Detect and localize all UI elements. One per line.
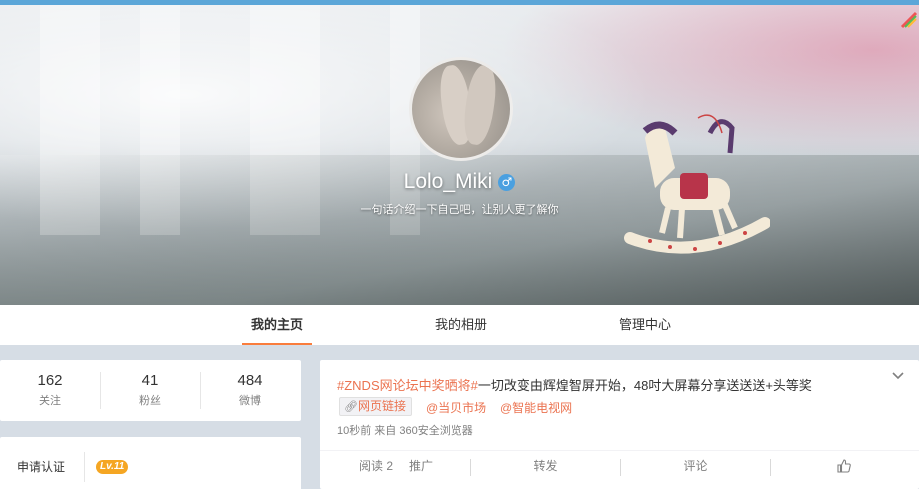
profile-name-row: Lolo_Miki ♂ bbox=[0, 170, 919, 194]
colorful-corner-icon bbox=[900, 11, 918, 29]
tab-my-home[interactable]: 我的主页 bbox=[242, 305, 312, 345]
mention-dangbei[interactable]: @当贝市场 bbox=[426, 399, 486, 416]
post-body: 一切改变由辉煌智屏开始，48吋大屏幕分享送送送+头等奖 bbox=[477, 378, 812, 393]
promote-button[interactable]: 推广 bbox=[409, 451, 433, 482]
followers-count: 41 bbox=[141, 372, 159, 389]
stat-posts[interactable]: 484 微博 bbox=[200, 372, 300, 408]
username[interactable]: Lolo_Miki bbox=[404, 170, 493, 194]
repost-button[interactable]: 转发 bbox=[471, 451, 620, 482]
followers-label: 粉丝 bbox=[139, 395, 161, 407]
web-link-chip[interactable]: 🔗︎网页链接 bbox=[339, 397, 413, 416]
following-count: 162 bbox=[37, 372, 63, 389]
divider bbox=[770, 459, 771, 476]
male-icon: ♂ bbox=[498, 173, 516, 191]
avatar[interactable] bbox=[409, 57, 513, 161]
stat-following[interactable]: 162 关注 bbox=[0, 372, 100, 408]
posts-label: 微博 bbox=[239, 395, 261, 407]
tab-management-center[interactable]: 管理中心 bbox=[610, 305, 680, 345]
avatar-photo-part bbox=[460, 63, 500, 147]
divider bbox=[84, 452, 85, 482]
read-count: 阅读 2 bbox=[359, 459, 394, 473]
post-action-bar: 阅读 2 推广 转发 评论 bbox=[320, 450, 919, 489]
profile-nav: 我的主页 我的相册 管理中心 bbox=[0, 305, 919, 345]
level-badge[interactable]: Lv.11 bbox=[96, 460, 129, 474]
link-icon: 🔗︎ bbox=[344, 401, 358, 413]
feed-post: #ZNDS网论坛中奖晒将#一切改变由辉煌智屏开始，48吋大屏幕分享送送送+头等奖… bbox=[320, 360, 919, 489]
post-hashtag[interactable]: #ZNDS网论坛中奖晒将# bbox=[337, 378, 478, 393]
verify-card: 申请认证 Lv.11 bbox=[0, 437, 301, 489]
like-icon[interactable] bbox=[836, 458, 852, 474]
post-meta: 10秒前 来自 360安全浏览器 bbox=[337, 425, 473, 437]
apply-verification-link[interactable]: 申请认证 bbox=[17, 458, 65, 475]
posts-count: 484 bbox=[237, 372, 263, 389]
stats-card: 162 关注 41 粉丝 484 微博 bbox=[0, 360, 301, 421]
chevron-down-icon[interactable] bbox=[891, 369, 905, 383]
profile-bio[interactable]: 一句话介绍一下自己吧，让别人更了解你 bbox=[0, 201, 919, 217]
following-label: 关注 bbox=[39, 395, 61, 407]
tab-my-album[interactable]: 我的相册 bbox=[426, 305, 496, 345]
web-link-label: 网页链接 bbox=[358, 399, 407, 413]
post-text: #ZNDS网论坛中奖晒将#一切改变由辉煌智屏开始，48吋大屏幕分享送送送+头等奖 bbox=[337, 375, 812, 394]
stat-followers[interactable]: 41 粉丝 bbox=[100, 372, 200, 408]
mention-smart-tv[interactable]: @智能电视网 bbox=[500, 399, 572, 416]
comment-button[interactable]: 评论 bbox=[621, 451, 770, 482]
